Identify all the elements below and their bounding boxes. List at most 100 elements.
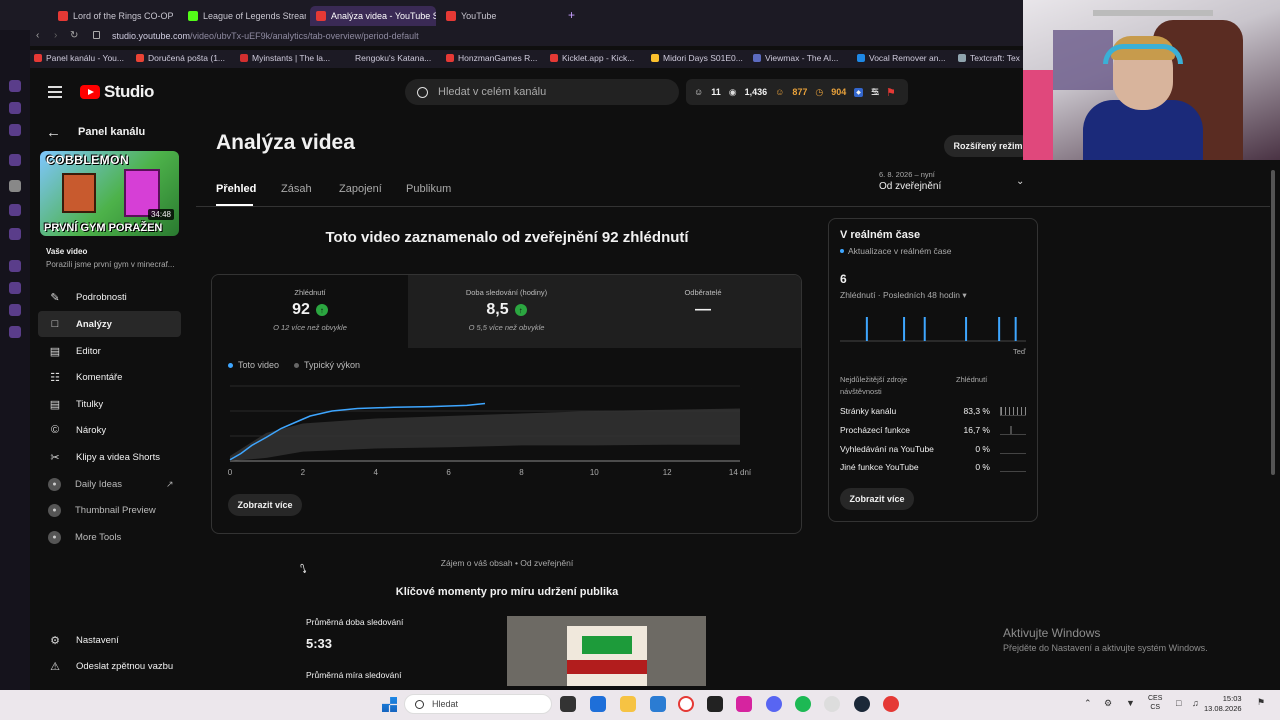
advanced-mode-button[interactable]: Rozšířený režim xyxy=(944,135,1032,157)
source-sparkline xyxy=(1000,407,1026,416)
bookmark[interactable]: Vocal Remover an... xyxy=(857,53,946,63)
taskbar-search[interactable]: Hledat xyxy=(404,694,552,714)
reload-icon[interactable]: ↻ xyxy=(70,30,78,41)
bookmark[interactable]: Textcraft: Tex xyxy=(958,53,1020,63)
discord-icon[interactable] xyxy=(766,696,782,712)
notification-icon[interactable]: ⚑ xyxy=(886,86,896,99)
sidebar-item-daily-ideas[interactable]: ● Daily Ideas ↗ xyxy=(38,471,181,497)
bookmark[interactable]: Panel kanálu - You... xyxy=(34,53,124,63)
url-text[interactable]: studio.youtube.com/video/ubvTx-uEF9k/ana… xyxy=(112,31,419,41)
app-icon[interactable] xyxy=(707,696,723,712)
sidebar-app-icon[interactable] xyxy=(9,204,21,216)
hamburger-menu-icon[interactable] xyxy=(48,86,62,98)
opera-icon[interactable] xyxy=(678,696,694,712)
sidebar-item-analytics[interactable]: □ Analýzy xyxy=(38,311,181,337)
steam-icon[interactable] xyxy=(854,696,870,712)
metric-watch-time[interactable]: Doba sledování (hodiny) 8,5 ↑ O 5,5 více … xyxy=(408,275,605,348)
thumbnail-title-bottom: PRVNÍ GYM PORAŽEN xyxy=(44,222,163,234)
folder-icon[interactable] xyxy=(620,696,636,712)
volume-icon[interactable]: ♫ xyxy=(1192,698,1199,708)
feedback-icon: ⚠ xyxy=(50,660,60,673)
sidebar-item-editor[interactable]: ▤ Editor xyxy=(38,338,181,364)
network-icon[interactable]: □ xyxy=(1176,698,1181,708)
sidebar-app-icon[interactable] xyxy=(9,154,21,166)
sidebar-app-icon[interactable] xyxy=(9,124,21,136)
browser-tab[interactable]: Lord of the Rings CO-OP in xyxy=(52,6,176,26)
tab-engagement[interactable]: Zapojení xyxy=(339,183,382,195)
forward-nav-icon[interactable]: › xyxy=(54,30,57,41)
sidebar-item-claims[interactable]: © Nároky xyxy=(38,417,181,443)
back-arrow-icon[interactable]: ← xyxy=(46,124,61,141)
app-icon[interactable] xyxy=(650,696,666,712)
spotify-icon[interactable] xyxy=(795,696,811,712)
sidebar-item-comments[interactable]: ☷ Komentáře xyxy=(38,364,181,390)
bookmark[interactable]: Myinstants | The la... xyxy=(240,53,330,63)
period-selector[interactable]: Od zveřejnění xyxy=(879,181,941,192)
taskview-icon[interactable] xyxy=(560,696,576,712)
tab-reach[interactable]: Zásah xyxy=(281,183,312,195)
chevron-down-icon[interactable]: ⌄ xyxy=(1016,176,1024,187)
new-tab-button[interactable]: + xyxy=(568,8,575,22)
sidebar-app-icon[interactable] xyxy=(9,282,21,294)
sidebar-item-subtitles[interactable]: ▤ Titulky xyxy=(38,391,181,417)
browser-tab[interactable]: League of Legends Stream xyxy=(182,6,306,26)
video-title: Porazili jsme první gym v minecraf... xyxy=(46,260,175,269)
thumbnail-shape xyxy=(567,660,647,674)
bookmark[interactable]: Kicklet.app - Kick... xyxy=(550,53,634,63)
sidebar-item-settings[interactable]: ⚙ Nastavení xyxy=(38,627,181,653)
sidebar-app-icon[interactable] xyxy=(9,80,21,92)
show-more-button[interactable]: Zobrazit více xyxy=(228,494,302,516)
app-icon[interactable] xyxy=(590,696,606,712)
period-date[interactable]: 6. 8. 2026 – nyní xyxy=(879,170,935,179)
sidebar-app-icon[interactable] xyxy=(9,102,21,114)
back-nav-icon[interactable]: ‹ xyxy=(36,30,39,41)
mic-icon[interactable]: ▼ xyxy=(1126,698,1135,708)
bookmark[interactable]: Doručená pošta (1... xyxy=(136,53,225,63)
bookmark[interactable]: Viewmax - The AI... xyxy=(753,53,838,63)
language-indicator[interactable]: CES CS xyxy=(1148,694,1162,712)
bookmark[interactable]: Rengoku's Katana... xyxy=(355,53,431,63)
notification-bell-icon[interactable]: ⚑ xyxy=(1257,697,1265,708)
panel-title[interactable]: Panel kanálu xyxy=(78,126,145,138)
browser-tab[interactable]: YouTube xyxy=(440,6,530,26)
browser-tab-active[interactable]: Analýza videa - YouTube S xyxy=(310,6,436,26)
webcam-shape xyxy=(1023,70,1053,160)
sidebar-app-icon[interactable] xyxy=(9,228,21,240)
bookmark[interactable]: Midori Days S01E0... xyxy=(651,53,743,63)
badge-icon: ◆ xyxy=(854,87,863,97)
sidebar-item-more-tools[interactable]: ● More Tools xyxy=(38,524,181,550)
key-moments-title: Klíčové momenty pro míru udržení publika xyxy=(395,586,619,598)
tray-chevron-icon[interactable]: ⌃ xyxy=(1084,698,1092,709)
realtime-subtitle[interactable]: Zhlédnutí · Posledních 48 hodin ▾ xyxy=(840,290,967,301)
views-header: Zhlédnutí xyxy=(956,375,988,384)
bookmark-favicon xyxy=(958,54,966,62)
app-icon[interactable] xyxy=(883,696,899,712)
tab-audience[interactable]: Publikum xyxy=(406,183,451,195)
activate-windows-title: Aktivujte Windows xyxy=(1003,626,1101,640)
sidebar-app-icon[interactable] xyxy=(9,326,21,338)
key-moment-thumbnail[interactable] xyxy=(507,616,706,686)
x-tick-label: 12 xyxy=(663,468,672,477)
tab-overview[interactable]: Přehled xyxy=(216,183,256,195)
app-icon[interactable] xyxy=(824,696,840,712)
sidebar-app-icon[interactable] xyxy=(9,260,21,272)
sidebar-item-thumbnail-preview[interactable]: ● Thumbnail Preview xyxy=(38,497,181,523)
realtime-show-more-button[interactable]: Zobrazit více xyxy=(840,488,914,510)
live-dot xyxy=(840,249,844,253)
sidebar-item-clips[interactable]: ✂ Klipy a videa Shorts xyxy=(38,444,181,470)
metric-views[interactable]: Zhlédnutí 92 ↑ O 12 více než obvykle xyxy=(212,275,408,348)
sidebar-item-feedback[interactable]: ⚠ Odeslat zpětnou vazbu xyxy=(38,653,181,679)
search-input[interactable]: Hledat v celém kanálu xyxy=(405,79,679,105)
sidebar-item-details[interactable]: ✎ Podrobnosti xyxy=(38,284,181,310)
sidebar-app-icon[interactable] xyxy=(9,304,21,316)
taskbar-clock[interactable]: 15:03 13.08.2026 xyxy=(1204,694,1242,714)
sidebar-app-icon[interactable] xyxy=(9,180,21,192)
video-thumbnail[interactable]: COBBLEMON PRVNÍ GYM PORAŽEN 34:48 xyxy=(40,151,179,236)
studio-logo[interactable]: Studio xyxy=(80,82,154,102)
tray-icon[interactable]: ⚙ xyxy=(1104,698,1112,709)
creator-icon[interactable]: ✎ xyxy=(871,86,880,99)
metric-subscribers[interactable]: Odběratelé — xyxy=(605,275,801,348)
scrollbar[interactable] xyxy=(1271,170,1275,475)
bookmark[interactable]: HonzmanGames R... xyxy=(446,53,537,63)
instagram-icon[interactable] xyxy=(736,696,752,712)
